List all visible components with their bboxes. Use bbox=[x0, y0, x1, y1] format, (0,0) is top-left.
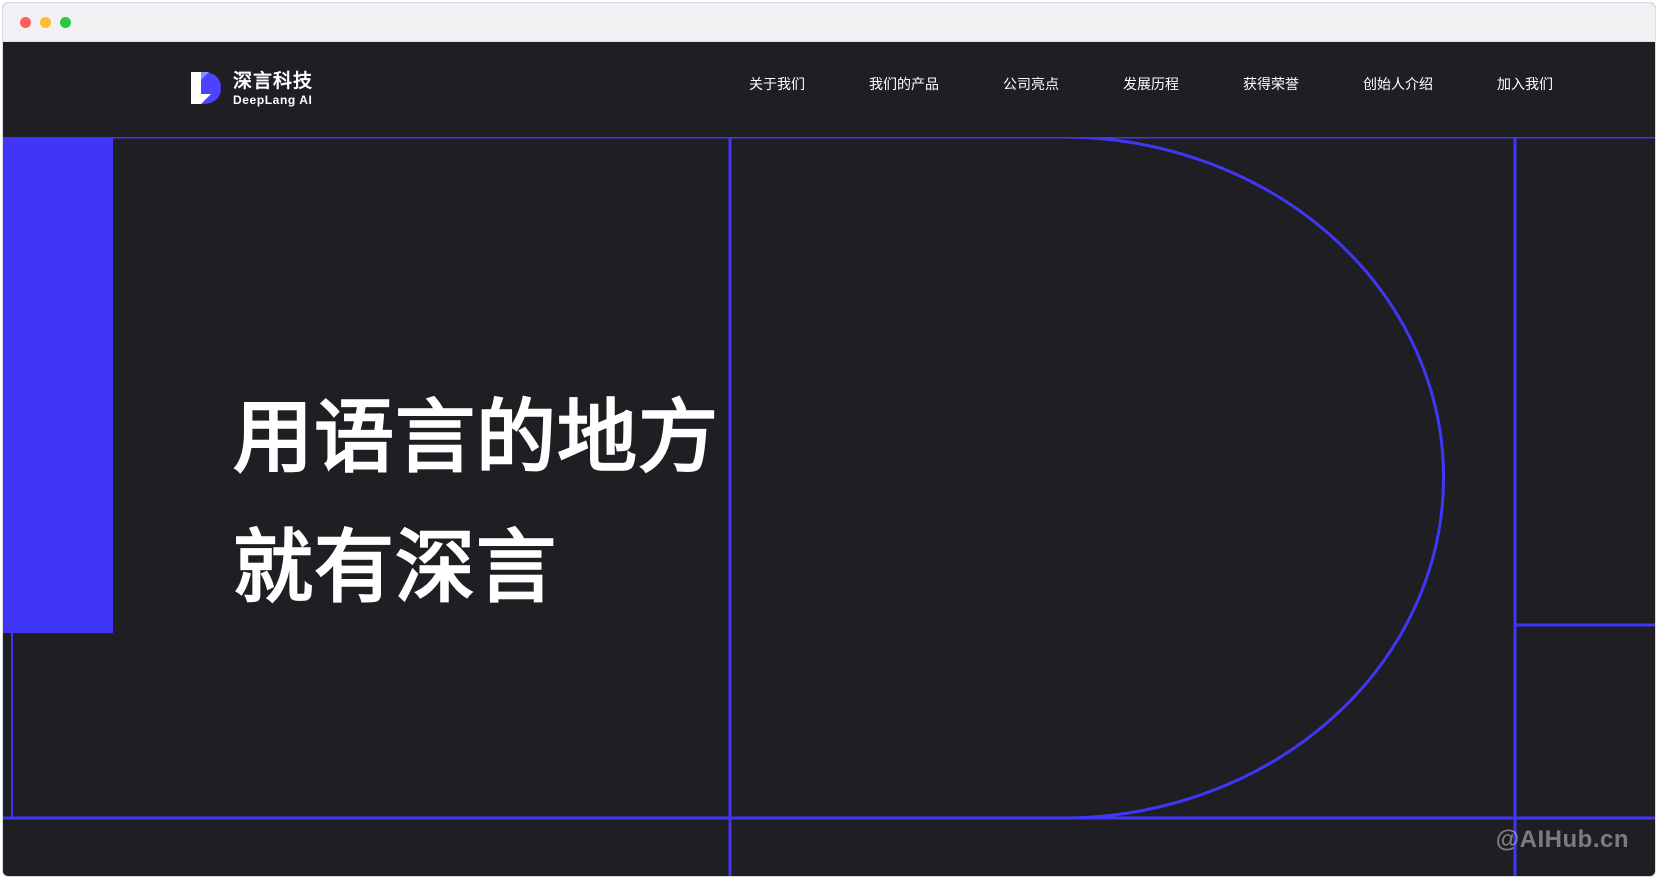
brand-logo[interactable]: 深言科技 DeepLang AI bbox=[189, 68, 313, 108]
brand-name-en: DeepLang AI bbox=[233, 92, 313, 107]
hero-headline: 用语言的地方 就有深言 bbox=[233, 373, 719, 633]
hero-line-1: 用语言的地方 bbox=[233, 391, 719, 484]
nav-company-highlights[interactable]: 公司亮点 bbox=[1003, 74, 1059, 94]
nav-our-products[interactable]: 我们的产品 bbox=[869, 74, 939, 94]
deeplang-d-logo-icon bbox=[191, 72, 221, 104]
main-nav: 关于我们 我们的产品 公司亮点 发展历程 获得荣誉 创始人介绍 加入我们 bbox=[749, 74, 1553, 94]
hero-line-2: 就有深言 bbox=[233, 521, 557, 614]
nav-honors[interactable]: 获得荣誉 bbox=[1243, 74, 1299, 94]
site-header: 深言科技 DeepLang AI 关于我们 我们的产品 公司亮点 发展历程 获得… bbox=[3, 42, 1655, 137]
watermark-text: @AIHub.cn bbox=[1495, 826, 1629, 853]
nav-about-us[interactable]: 关于我们 bbox=[749, 74, 805, 94]
nav-founders[interactable]: 创始人介绍 bbox=[1363, 74, 1433, 94]
left-accent-block bbox=[3, 137, 113, 632]
big-d-arc bbox=[1062, 135, 1446, 820]
nav-history[interactable]: 发展历程 bbox=[1123, 74, 1179, 94]
nav-join-us[interactable]: 加入我们 bbox=[1497, 74, 1553, 94]
brand-name-cn: 深言科技 bbox=[233, 69, 314, 92]
browser-window: 深言科技 DeepLang AI 关于我们 我们的产品 公司亮点 发展历程 获得… bbox=[2, 2, 1656, 877]
